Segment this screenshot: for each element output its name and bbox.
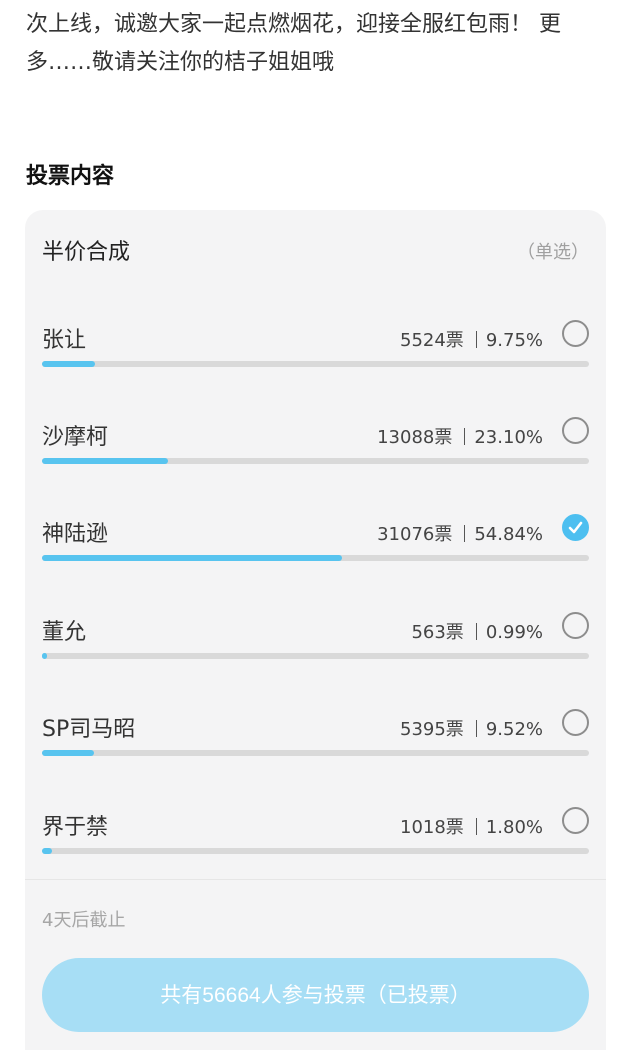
vote-card: 半价合成 （单选） 张让 5524票 9.75% 沙摩柯 13088票 23.10%… [25,210,606,1050]
option-votes: 5524票 [400,330,464,351]
option-votes: 31076票 [377,524,453,545]
vote-title: 半价合成 [42,240,131,265]
vote-count-button[interactable]: 共有56664人参与投票（已投票） [42,958,589,1032]
progress-track [42,361,589,367]
divider [25,879,606,880]
option-stats: 31076票 54.84% [377,520,543,546]
option-stats: 5524票 9.75% [400,326,543,352]
progress-fill [42,361,96,367]
check-circle-icon[interactable] [562,514,589,541]
progress-fill [42,848,52,854]
radio-unchecked-icon[interactable] [562,320,589,347]
option-percent: 23.10% [474,427,543,448]
option-separator [475,623,477,640]
vote-option[interactable]: 神陆逊 31076票 54.84% [42,514,589,576]
option-name: 张让 [42,328,87,353]
option-separator [475,331,477,348]
option-votes: 563票 [411,622,464,643]
radio-unchecked-icon[interactable] [562,709,589,736]
progress-track [42,750,589,756]
intro-text: 次上线，诚邀大家一起点燃烟花，迎接全服红包雨！ 更多……敬请关注你的桔子姐姐哦 [26,12,561,75]
option-separator [464,525,466,542]
vote-option[interactable]: 沙摩柯 13088票 23.10% [42,417,589,479]
vote-option[interactable]: 董允 563票 0.99% [42,612,589,674]
progress-track [42,555,589,561]
option-percent: 9.52% [485,719,543,740]
option-separator [475,720,477,737]
option-separator [475,818,477,835]
section-title: 投票内容 [26,164,115,189]
option-percent: 1.80% [485,817,543,838]
radio-unchecked-icon[interactable] [562,612,589,639]
option-stats: 1018票 1.80% [400,813,543,839]
option-votes: 13088票 [377,427,453,448]
option-stats: 5395票 9.52% [400,715,543,741]
vote-type-label: （单选） [517,242,589,263]
progress-fill [42,653,48,659]
option-percent: 9.75% [485,330,543,351]
vote-option[interactable]: SP司马昭 5395票 9.52% [42,709,589,771]
radio-unchecked-icon[interactable] [562,807,589,834]
option-name: 神陆逊 [42,522,109,547]
option-votes: 5395票 [400,719,464,740]
vote-option[interactable]: 界于禁 1018票 1.80% [42,807,589,869]
vote-header: 半价合成 （单选） [42,234,589,268]
option-name: 沙摩柯 [42,425,109,450]
option-percent: 54.84% [474,524,543,545]
option-name: 董允 [42,620,87,645]
option-percent: 0.99% [485,622,543,643]
option-name: SP司马昭 [42,717,136,742]
option-stats: 13088票 23.10% [377,423,543,449]
option-separator [464,428,466,445]
progress-track [42,458,589,464]
progress-track [42,848,589,854]
deadline-text: 4天后截止 [42,910,126,931]
progress-fill [42,750,95,756]
progress-fill [42,458,169,464]
vote-option[interactable]: 张让 5524票 9.75% [42,320,589,382]
progress-track [42,653,589,659]
progress-fill [42,555,342,561]
option-votes: 1018票 [400,817,464,838]
option-name: 界于禁 [42,815,109,840]
radio-unchecked-icon[interactable] [562,417,589,444]
option-stats: 563票 0.99% [411,618,543,644]
